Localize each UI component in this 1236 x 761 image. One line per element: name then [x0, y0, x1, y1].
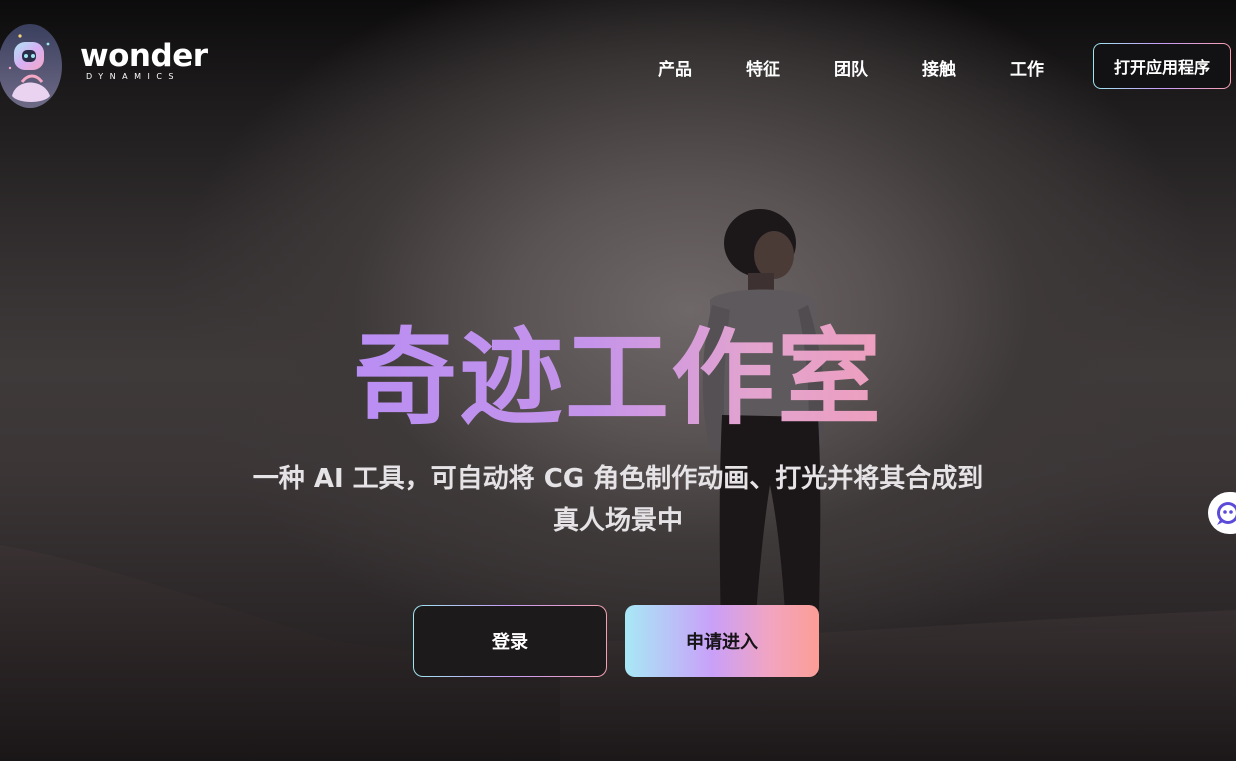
hero-subtitle-line-1: 一种 AI 工具，可自动将 CG 角色制作动画、打光并将其合成到: [252, 464, 984, 494]
nav-item-products[interactable]: 产品: [658, 55, 692, 80]
login-button[interactable]: 登录: [413, 605, 607, 677]
hero-subtitle-line-2: 真人场景中: [552, 506, 683, 536]
robot-mascot-icon[interactable]: [0, 24, 64, 108]
hero-headline-text: 奇迹工作室: [352, 317, 883, 439]
hero-section: wonder DYNAMICS 产品 特征 团队 接触 工作 打开应用程序 奇迹…: [0, 0, 1236, 761]
nav-item-team[interactable]: 团队: [834, 55, 868, 80]
hero-headline: 奇迹工作室: [0, 318, 1236, 438]
nav-item-jobs[interactable]: 工作: [1010, 55, 1044, 80]
nav-item-features[interactable]: 特征: [746, 55, 780, 80]
brand-wordmark[interactable]: wonder DYNAMICS: [80, 40, 208, 82]
nav-item-contact[interactable]: 接触: [922, 55, 956, 80]
open-app-button[interactable]: 打开应用程序: [1093, 43, 1231, 89]
apply-access-button[interactable]: 申请进入: [625, 605, 819, 677]
chat-widget-button[interactable]: [1208, 492, 1236, 534]
chat-bot-icon: [1217, 502, 1236, 525]
brand-name: wonder: [80, 38, 208, 74]
hero-subtitle: 一种 AI 工具，可自动将 CG 角色制作动画、打光并将其合成到 真人场景中: [218, 458, 1018, 542]
